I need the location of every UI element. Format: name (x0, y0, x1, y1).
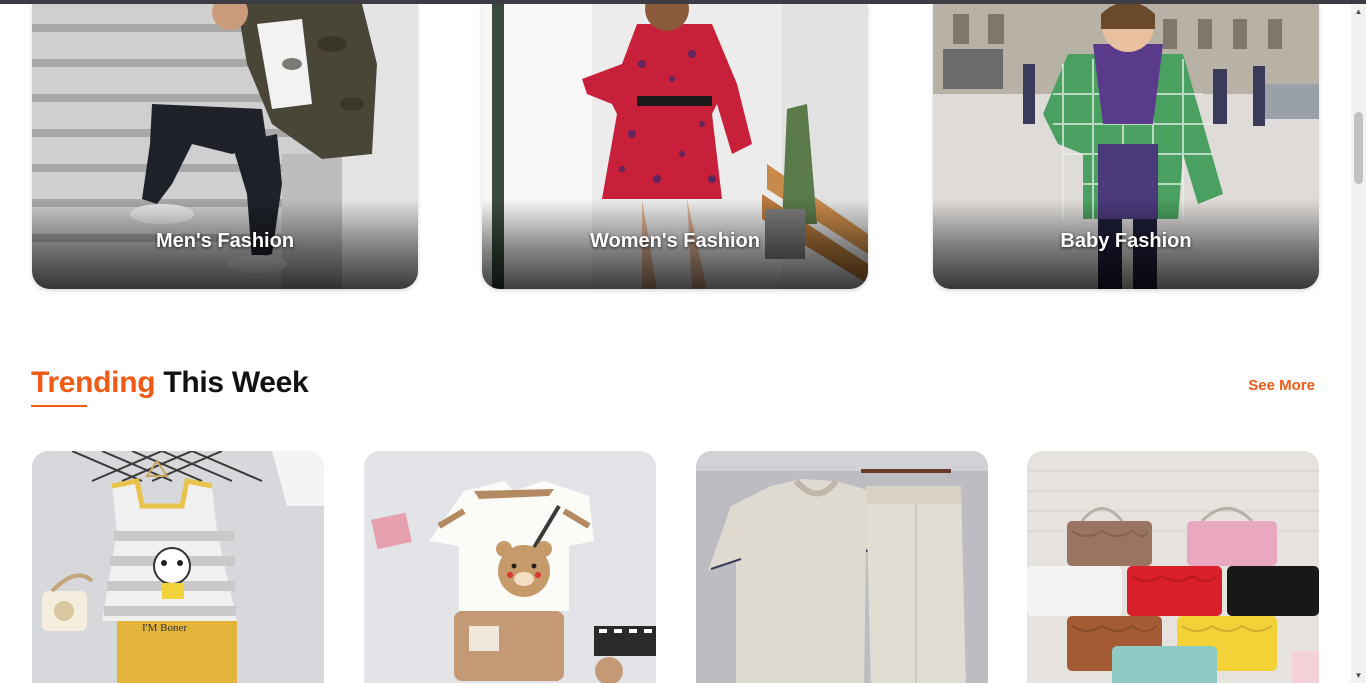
tank-print-text: I'M Boner (142, 622, 187, 634)
scroll-up-arrow-icon[interactable]: ▲ (1351, 4, 1366, 19)
category-card-mens[interactable]: Men's Fashion (32, 4, 418, 289)
vertical-scrollbar[interactable]: ▲ ▼ (1351, 4, 1366, 683)
page-viewport: Men's Fashion Women's Fashion Baby Fashi… (0, 4, 1351, 683)
category-card-baby[interactable]: Baby Fashion (933, 4, 1319, 289)
category-label: Baby Fashion (1060, 230, 1192, 252)
category-label: Women's Fashion (590, 230, 760, 252)
product-card-handbags[interactable] (1027, 451, 1319, 683)
see-more-link[interactable]: See More (1248, 377, 1315, 394)
title-underline (31, 405, 87, 407)
product-image (696, 451, 988, 683)
title-accent: Trending (31, 366, 156, 399)
product-card-kids-tank-set[interactable]: I'M Boner (32, 451, 324, 683)
product-image (1027, 451, 1319, 683)
title-rest: This Week (163, 366, 309, 399)
product-image: I'M Boner (32, 451, 324, 683)
product-card-linen-set[interactable] (696, 451, 988, 683)
scroll-down-arrow-icon[interactable]: ▼ (1351, 668, 1366, 683)
scrollbar-thumb[interactable] (1354, 112, 1363, 184)
category-card-womens[interactable]: Women's Fashion (482, 4, 868, 289)
section-title: Trending This Week (31, 366, 309, 400)
product-card-bear-set[interactable] (364, 451, 656, 683)
product-image (364, 451, 656, 683)
category-label: Men's Fashion (155, 230, 295, 252)
